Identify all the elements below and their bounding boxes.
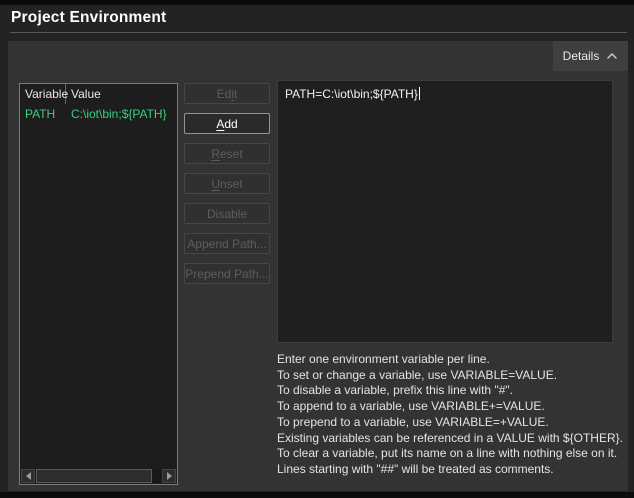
- details-button-label: Details: [563, 49, 600, 63]
- edit-button[interactable]: Edit: [184, 83, 270, 104]
- table-row[interactable]: PATH C:\iot\bin;${PATH}: [20, 104, 177, 123]
- unset-button[interactable]: Unset: [184, 173, 270, 194]
- variable-value-cell[interactable]: C:\iot\bin;${PATH}: [66, 107, 177, 121]
- help-text: Enter one environment variable per line.…: [277, 352, 627, 478]
- help-line: To append to a variable, use VARIABLE+=V…: [277, 399, 627, 415]
- environment-editor-textarea[interactable]: PATH=C:\iot\bin;${PATH}: [277, 80, 613, 343]
- scroll-right-button[interactable]: [162, 469, 176, 483]
- horizontal-scrollbar[interactable]: [21, 469, 176, 483]
- window-top-edge: [0, 0, 634, 5]
- variable-name-cell[interactable]: PATH: [20, 107, 66, 121]
- details-toggle-button[interactable]: Details: [553, 41, 628, 71]
- help-line: To clear a variable, put its name on a l…: [277, 446, 627, 462]
- scroll-right-arrow-icon: [167, 472, 172, 480]
- text-cursor: [419, 87, 420, 100]
- help-line: To prepend to a variable, use VARIABLE=+…: [277, 415, 627, 431]
- help-line: To set or change a variable, use VARIABL…: [277, 368, 627, 384]
- reset-button[interactable]: Reset: [184, 143, 270, 164]
- append-path-button[interactable]: Append Path...: [184, 233, 270, 254]
- column-header-value[interactable]: Value: [66, 84, 177, 104]
- scrollbar-track[interactable]: [35, 469, 162, 483]
- help-line: Existing variables can be referenced in …: [277, 431, 627, 447]
- help-line: Enter one environment variable per line.: [277, 352, 627, 368]
- help-line: Lines starting with "##" will be treated…: [277, 462, 627, 478]
- window-bottom-edge: [0, 492, 634, 498]
- help-line: To disable a variable, prefix this line …: [277, 383, 627, 399]
- prepend-path-button[interactable]: Prepend Path...: [184, 263, 270, 284]
- title-separator: [10, 32, 627, 33]
- chevron-up-icon: [606, 52, 618, 60]
- add-button[interactable]: Add: [184, 113, 270, 134]
- table-header-row: Variable Value: [20, 84, 177, 104]
- disable-button[interactable]: Disable: [184, 203, 270, 224]
- editor-content: PATH=C:\iot\bin;${PATH}: [285, 87, 418, 101]
- scroll-left-arrow-icon: [26, 472, 31, 480]
- environment-variables-table[interactable]: Variable Value PATH C:\iot\bin;${PATH}: [19, 83, 178, 485]
- project-environment-panel: Details Variable Value PATH C:\iot\bin;$…: [8, 41, 628, 491]
- scroll-left-button[interactable]: [21, 469, 35, 483]
- scrollbar-thumb[interactable]: [36, 469, 152, 483]
- column-header-variable[interactable]: Variable: [20, 84, 66, 104]
- page-title: Project Environment: [11, 9, 166, 27]
